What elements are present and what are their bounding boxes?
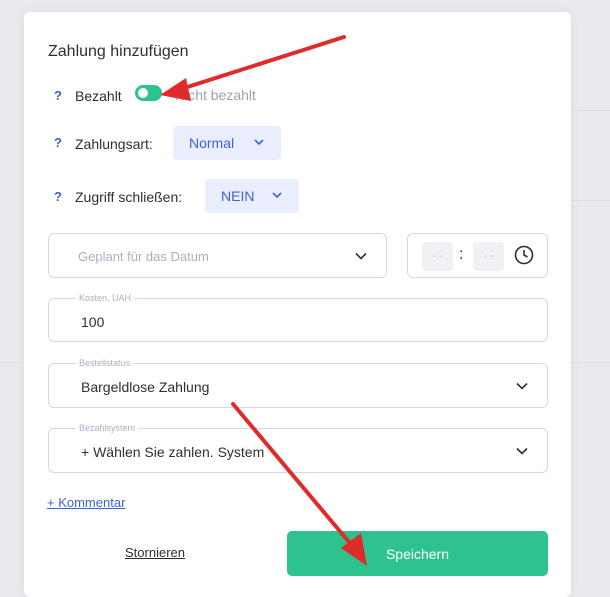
planned-date-placeholder: Geplant für das Datum (78, 249, 209, 264)
clock-icon[interactable] (513, 244, 535, 266)
close-access-select[interactable]: NEIN (205, 179, 299, 213)
backdrop-divider (571, 200, 610, 201)
close-access-value: NEIN (221, 188, 255, 204)
cost-field[interactable]: Kosten, UAH 100 (48, 293, 548, 342)
cancel-button[interactable]: Stornieren (125, 545, 185, 560)
minutes-input[interactable]: - - (473, 242, 504, 271)
not-paid-label: Nicht bezahlt (175, 87, 256, 103)
help-icon[interactable]: ? (54, 189, 62, 204)
backdrop-divider (571, 362, 610, 363)
add-comment-link[interactable]: + Kommentar (47, 495, 125, 510)
backdrop-divider (571, 110, 610, 111)
order-status-legend: Bestellstatus (76, 358, 134, 368)
payment-system-legend: Bezahlsystem (76, 423, 139, 433)
payment-type-value: Normal (189, 135, 235, 151)
chevron-down-icon (254, 139, 264, 146)
help-icon[interactable]: ? (54, 88, 62, 103)
chevron-down-icon (516, 382, 528, 390)
toggle-knob (138, 88, 148, 98)
payment-type-label: Zahlungsart: (75, 136, 153, 152)
chevron-down-icon (355, 252, 367, 260)
cost-legend: Kosten, UAH (76, 293, 135, 303)
hours-input[interactable]: - - (422, 242, 453, 271)
payment-system-select[interactable]: Bezahlsystem + Wählen Sie zahlen. System (48, 423, 548, 473)
modal-title: Zahlung hinzufügen (48, 43, 189, 60)
time-picker[interactable]: - - : - - (407, 233, 548, 278)
add-payment-modal: Zahlung hinzufügen ? Bezahlt Nicht bezah… (24, 12, 571, 597)
close-access-label: Zugriff schließen: (75, 189, 183, 205)
time-separator: : (459, 246, 464, 263)
paid-toggle[interactable] (135, 85, 162, 101)
save-button-label: Speichern (385, 545, 450, 562)
order-status-value: Bargeldlose Zahlung (81, 379, 210, 395)
help-icon[interactable]: ? (54, 135, 62, 150)
save-button[interactable]: Speichern (287, 531, 548, 576)
planned-date-select[interactable]: Geplant für das Datum (48, 233, 387, 278)
paid-label: Bezahlt (75, 88, 122, 104)
cost-value[interactable]: 100 (81, 314, 104, 330)
backdrop-divider (0, 362, 24, 363)
chevron-down-icon (272, 192, 282, 199)
payment-system-value: + Wählen Sie zahlen. System (81, 444, 265, 460)
order-status-select[interactable]: Bestellstatus Bargeldlose Zahlung (48, 358, 548, 408)
payment-type-select[interactable]: Normal (173, 126, 281, 160)
chevron-down-icon (516, 447, 528, 455)
